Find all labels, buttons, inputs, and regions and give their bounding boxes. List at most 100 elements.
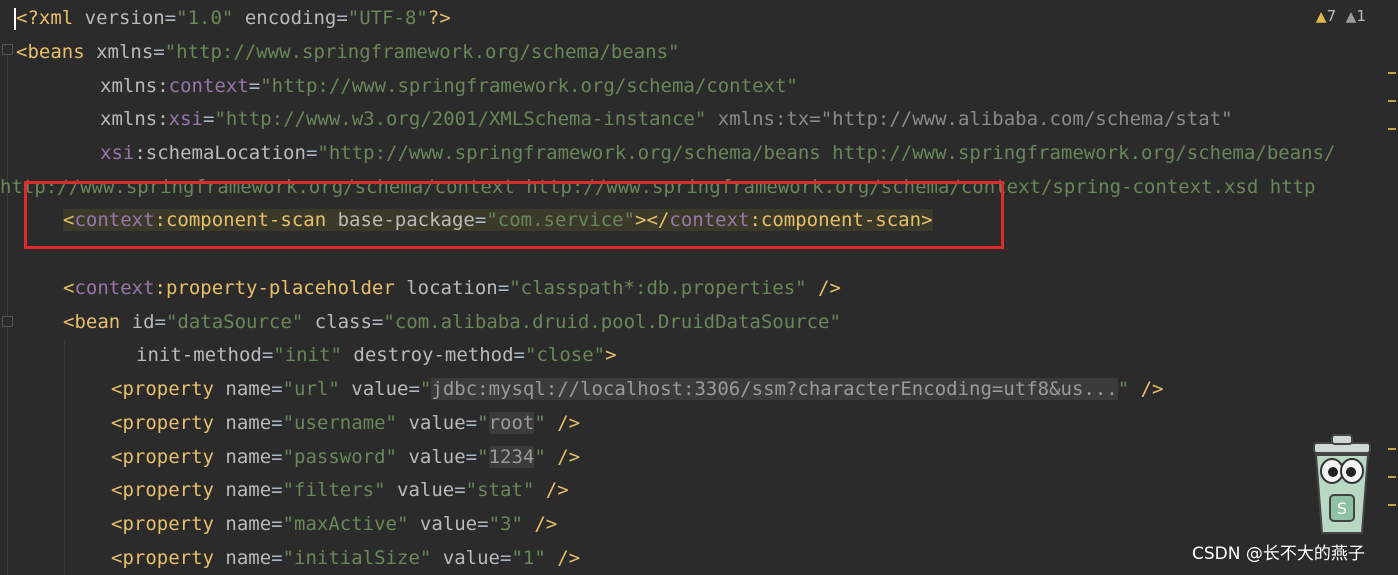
value-name: "password" xyxy=(282,446,397,468)
code-line-9: <context:property-placeholder location="… xyxy=(63,277,841,299)
attr-xmlns-prefix: xmlns xyxy=(100,108,158,130)
quote: " xyxy=(477,446,489,468)
tag-property: <property xyxy=(111,446,226,468)
tag-property-placeholder: property-placeholder xyxy=(165,277,395,299)
svg-text:S: S xyxy=(1337,499,1347,518)
code-line-11: init-method="init" destroy-method="close… xyxy=(136,344,617,366)
fold-guide xyxy=(7,52,8,575)
attr-init-method: init-method xyxy=(136,344,262,366)
attr-value: value xyxy=(419,513,478,535)
value-location: "classpath*:db.properties" xyxy=(509,277,807,299)
attr-version: version xyxy=(84,7,165,29)
warning-triangle-icon: ▲ xyxy=(1315,9,1327,25)
tag-property: <property xyxy=(111,513,226,535)
red-highlight-box xyxy=(24,181,1004,249)
code-line-property-initialsize: <property name="initialSize" value="1" /… xyxy=(111,547,581,569)
code-line-property-url: <property name="url" value="jdbc:mysql:/… xyxy=(111,378,1164,400)
value-name: "maxActive" xyxy=(282,513,409,535)
fold-marker-bean[interactable] xyxy=(2,316,13,327)
tag-beans-open: <beans xyxy=(16,41,97,63)
stripe-mark[interactable] xyxy=(1388,504,1396,506)
value-xmlns: "http://www.springframework.org/schema/b… xyxy=(164,41,680,63)
xml-decl-close: ?> xyxy=(427,7,451,29)
tag-self-close: /> xyxy=(806,277,841,299)
value-init-method: "init" xyxy=(273,344,342,366)
attr-value: value xyxy=(442,547,500,569)
tag-self-close: /> xyxy=(545,446,581,468)
value-value: "stat" xyxy=(465,479,535,501)
stripe-mark[interactable] xyxy=(1388,72,1396,74)
quote: " xyxy=(477,412,489,434)
error-stripe[interactable] xyxy=(1386,0,1398,575)
code-line-1: <?xml version="1.0" encoding="UTF-8"?> xyxy=(16,7,451,29)
attr-encoding: encoding xyxy=(244,7,337,29)
value-name: "filters" xyxy=(282,479,386,501)
value-schema-location: "http://www.springframework.org/schema/b… xyxy=(317,142,1336,164)
tag-self-close: /> xyxy=(1129,378,1164,400)
value-name: "username" xyxy=(282,412,397,434)
weak-warning-count: 1 xyxy=(1356,7,1366,25)
tag-self-close: /> xyxy=(545,547,581,569)
code-line-property-username: <property name="username" value="root" /… xyxy=(111,412,581,434)
value-name: "initialSize" xyxy=(282,547,432,569)
quote: " xyxy=(534,446,546,468)
value-name: "url" xyxy=(282,378,340,400)
ns-xsi: xsi xyxy=(100,142,135,164)
code-line-10: <bean id="dataSource" class="com.alibaba… xyxy=(63,311,841,333)
attr-name: name xyxy=(225,412,272,434)
code-line-2: <beans xmlns="http://www.springframework… xyxy=(16,41,680,63)
tag-self-close: /> xyxy=(522,513,558,535)
stripe-mark[interactable] xyxy=(1388,448,1396,450)
tag-bean-open: <bean xyxy=(63,311,132,333)
value-class: "com.alibaba.druid.pool.DruidDataSource" xyxy=(383,311,841,333)
tag-gt: > xyxy=(605,344,617,366)
attr-value: value xyxy=(408,412,466,434)
attr-id: id xyxy=(131,311,155,333)
tag-property: <property xyxy=(111,547,226,569)
ns-context: context xyxy=(168,75,249,97)
code-editor[interactable]: <?xml version="1.0" encoding="UTF-8"?> <… xyxy=(0,0,1398,575)
quote: " xyxy=(419,378,432,400)
tag-self-close: /> xyxy=(534,479,569,501)
unused-xmlns-tx: xmlns:tx="http://www.alibaba.com/schema/… xyxy=(706,108,1233,130)
stripe-mark[interactable] xyxy=(1388,476,1396,478)
attr-value: value xyxy=(351,378,409,400)
ns-xsi: xsi xyxy=(168,108,203,130)
code-line-5: xsi:schemaLocation="http://www.springfra… xyxy=(100,142,1336,164)
attr-schema-location: schemaLocation xyxy=(145,142,306,164)
tag-lt: < xyxy=(63,277,75,299)
attr-name: name xyxy=(225,446,272,468)
attr-destroy-method: destroy-method xyxy=(353,344,514,366)
ns-context: context xyxy=(74,277,155,299)
attr-xmlns: xmlns xyxy=(96,41,154,63)
code-line-property-maxactive: <property name="maxActive" value="3" /> xyxy=(111,513,558,535)
folded-value[interactable]: jdbc:mysql://localhost:3306/ssm?characte… xyxy=(431,378,1118,400)
inspection-widget[interactable]: ▲7 ▲1 xyxy=(1316,4,1366,28)
stripe-mark[interactable] xyxy=(1388,128,1396,130)
folded-value[interactable]: 1234 xyxy=(488,446,535,468)
trash-can-mascot-icon: S xyxy=(1313,434,1371,534)
xml-decl-open: <?xml xyxy=(16,7,85,29)
code-line-property-password: <property name="password" value="1234" /… xyxy=(111,446,581,468)
code-line-3: xmlns:context="http://www.springframewor… xyxy=(100,75,798,97)
quote: " xyxy=(534,412,546,434)
attr-location: location xyxy=(406,277,498,299)
csdn-watermark: CSDN @长不大的燕子 xyxy=(1192,544,1365,564)
value-context-ns: "http://www.springframework.org/schema/c… xyxy=(260,75,798,97)
value-version: "1.0" xyxy=(176,7,234,29)
value-xsi-ns: "http://www.w3.org/2001/XMLSchema-instan… xyxy=(214,108,707,130)
stripe-mark[interactable] xyxy=(1388,100,1396,102)
attr-name: name xyxy=(225,378,272,400)
tag-property: <property xyxy=(111,378,226,400)
attr-xmlns-prefix: xmlns xyxy=(100,75,158,97)
attr-value: value xyxy=(397,479,455,501)
warning-count: 7 xyxy=(1326,7,1337,25)
code-line-property-filters: <property name="filters" value="stat" /> xyxy=(111,479,569,501)
attr-value: value xyxy=(408,446,466,468)
value-encoding: "UTF-8" xyxy=(347,7,428,29)
tag-self-close: /> xyxy=(545,412,581,434)
fold-marker-beans[interactable] xyxy=(2,44,13,55)
value-id: "dataSource" xyxy=(165,311,304,333)
tag-property: <property xyxy=(111,412,226,434)
folded-value[interactable]: root xyxy=(488,412,535,434)
